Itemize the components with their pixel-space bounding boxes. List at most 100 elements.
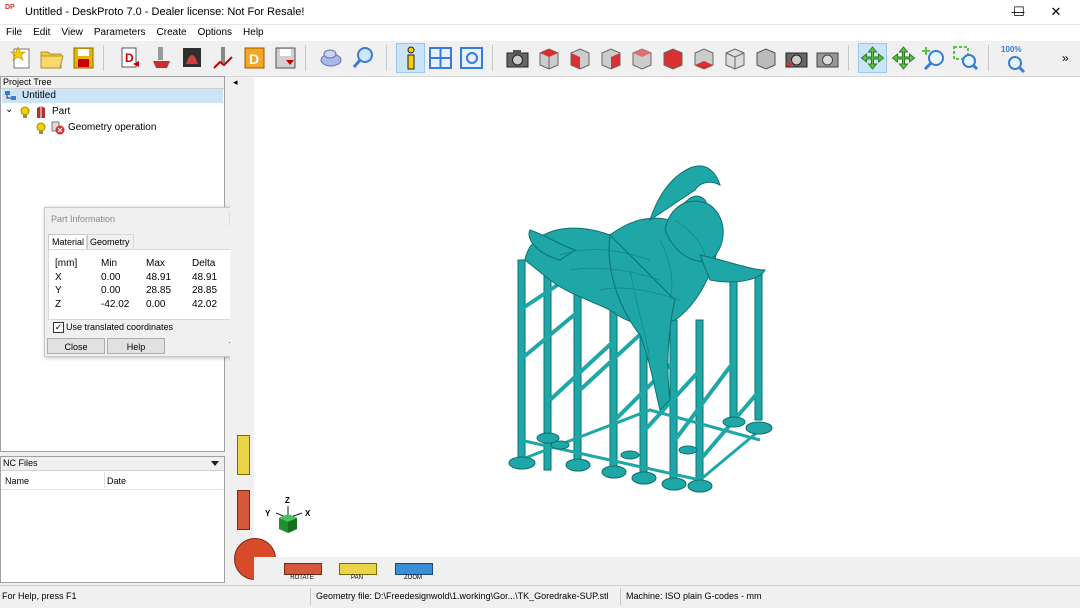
camera-save-button[interactable] <box>783 44 810 72</box>
row-min-value: 0.00 <box>101 285 121 296</box>
col-header-max: Max <box>146 258 165 269</box>
row-axis-label: Y <box>55 285 62 296</box>
app-logo: DP <box>5 4 15 11</box>
col-header-delta: Delta <box>192 258 216 269</box>
toolpath-button[interactable] <box>210 44 237 72</box>
project-icon <box>5 91 16 100</box>
help-button[interactable]: Help <box>107 338 165 354</box>
axis-triad: Z Y X <box>262 496 318 540</box>
lightbulb-icon[interactable] <box>36 122 46 134</box>
zoom-label: ZOOM <box>404 575 422 581</box>
zoom-slider[interactable] <box>395 563 433 575</box>
model-3d-mesh <box>508 165 773 493</box>
tree-item-label: Untitled <box>22 90 56 101</box>
status-machine: Machine: ISO plain G-codes - mm <box>626 591 762 601</box>
new-project-button[interactable] <box>8 44 35 72</box>
menu-create[interactable]: Create <box>151 25 192 41</box>
dropdown-arrow-icon[interactable] <box>211 461 219 466</box>
row-min-value: 0.00 <box>101 272 121 283</box>
lightbulb-icon[interactable] <box>20 106 30 118</box>
toolbar: D D 100% » <box>0 41 1080 77</box>
menu-edit[interactable]: Edit <box>27 25 55 41</box>
column-date[interactable]: Date <box>107 476 126 486</box>
view-iso-button[interactable] <box>721 44 748 72</box>
translated-coords-checkbox[interactable]: ✓ <box>53 322 64 333</box>
viewport-left-strip: ◂ <box>230 77 276 584</box>
tree-item-part[interactable]: ⌄ Part <box>1 103 201 119</box>
column-name[interactable]: Name <box>5 476 29 486</box>
zoom-window-view-button[interactable] <box>458 44 485 72</box>
close-window-button[interactable]: ✕ <box>1033 0 1079 24</box>
tree-item-untitled[interactable]: Untitled <box>2 89 223 103</box>
svg-text:D: D <box>249 51 259 67</box>
row-axis-label: Z <box>55 299 62 310</box>
status-geometry-file: Geometry file: D:\Freedesignwold\1.worki… <box>316 591 609 601</box>
row-delta-value: 48.91 <box>192 272 218 283</box>
zoom-window-button[interactable] <box>952 44 979 72</box>
menu-help[interactable]: Help <box>237 25 269 41</box>
collapse-left-arrow-icon[interactable]: ◂ <box>233 77 238 88</box>
dxf-button[interactable]: D <box>241 44 268 72</box>
collapse-chevron-icon[interactable]: ⌄ <box>5 103 13 117</box>
tab-material[interactable]: Material <box>48 234 89 249</box>
zoom-mode-button[interactable] <box>921 44 948 72</box>
viewport-bottom-strip: ROTATE PAN ZOOM <box>254 557 1080 584</box>
operation-error-icon <box>51 121 65 135</box>
project-tree-header: Project Tree <box>1 77 224 89</box>
dialog-title: Part Information <box>51 214 116 224</box>
svg-text:D: D <box>125 51 134 65</box>
tree-item-label: Geometry operation <box>68 122 157 133</box>
camera-restore-button[interactable] <box>814 44 841 72</box>
part-information-dialog: Part Information Material Geometry [mm] … <box>44 207 246 357</box>
nc-files-header[interactable]: NC Files <box>1 457 224 471</box>
view-back-button[interactable] <box>628 44 655 72</box>
toolbar-overflow-icon[interactable]: » <box>1062 51 1069 65</box>
yellow-slider[interactable] <box>237 435 250 475</box>
status-bar: For Help, press F1 Geometry file: D:\Fre… <box>0 585 1080 608</box>
window-title: Untitled - DeskProto 7.0 - Dealer licens… <box>25 6 305 18</box>
row-min-value: -42.02 <box>101 299 130 310</box>
title-bar: DP Untitled - DeskProto 7.0 - Dealer lic… <box>0 0 1080 25</box>
camera-view-button[interactable] <box>504 44 531 72</box>
part-info-table: [mm] Min Max Delta X 0.00 48.91 48.91 Y … <box>48 249 243 320</box>
red-slider[interactable] <box>237 490 250 530</box>
pan-slider[interactable] <box>339 563 377 575</box>
rotate-mode-button[interactable] <box>858 43 887 73</box>
preview-search-button[interactable] <box>350 44 377 72</box>
part-info-button[interactable] <box>396 43 425 73</box>
layout-four-views-button[interactable] <box>427 44 454 72</box>
menu-file[interactable]: File <box>0 25 27 41</box>
view-top-button[interactable] <box>535 44 562 72</box>
tree-item-geometry-operation[interactable]: Geometry operation <box>1 121 201 135</box>
view-front-button[interactable] <box>566 44 593 72</box>
pan-mode-button[interactable] <box>890 44 917 72</box>
rotate-slider[interactable] <box>284 563 322 575</box>
zoom-100-button[interactable]: 100% <box>999 44 1029 74</box>
row-axis-label: X <box>55 272 62 283</box>
pan-label: PAN <box>351 575 363 581</box>
view-left-button[interactable] <box>659 44 686 72</box>
status-help-text: For Help, press F1 <box>2 591 77 601</box>
operation-parameters-button[interactable] <box>148 44 175 72</box>
view-bottom-button[interactable] <box>690 44 717 72</box>
menu-parameters[interactable]: Parameters <box>88 25 151 41</box>
menu-bar: File Edit View Parameters Create Options Help <box>0 25 1080 41</box>
row-max-value: 48.91 <box>146 272 172 283</box>
nc-files-columns: Name Date <box>1 472 224 490</box>
translated-coords-label: Use translated coordinates <box>66 322 174 332</box>
menu-view[interactable]: View <box>55 25 88 41</box>
open-folder-button[interactable] <box>38 44 65 72</box>
row-max-value: 0.00 <box>146 299 166 310</box>
save-nc-button[interactable] <box>272 44 299 72</box>
menu-options[interactable]: Options <box>192 25 237 41</box>
view-right-button[interactable] <box>597 44 624 72</box>
part-parameters-button[interactable]: D <box>117 44 144 72</box>
save-button[interactable] <box>70 44 97 72</box>
simulation-button[interactable] <box>318 44 345 72</box>
col-header-min: Min <box>101 258 118 269</box>
bitmap-parameters-button[interactable] <box>179 44 206 72</box>
view-default-button[interactable] <box>752 44 779 72</box>
tab-geometry[interactable]: Geometry <box>86 234 134 249</box>
close-button[interactable]: Close <box>47 338 105 354</box>
nc-files-panel: NC Files Name Date <box>0 456 225 583</box>
